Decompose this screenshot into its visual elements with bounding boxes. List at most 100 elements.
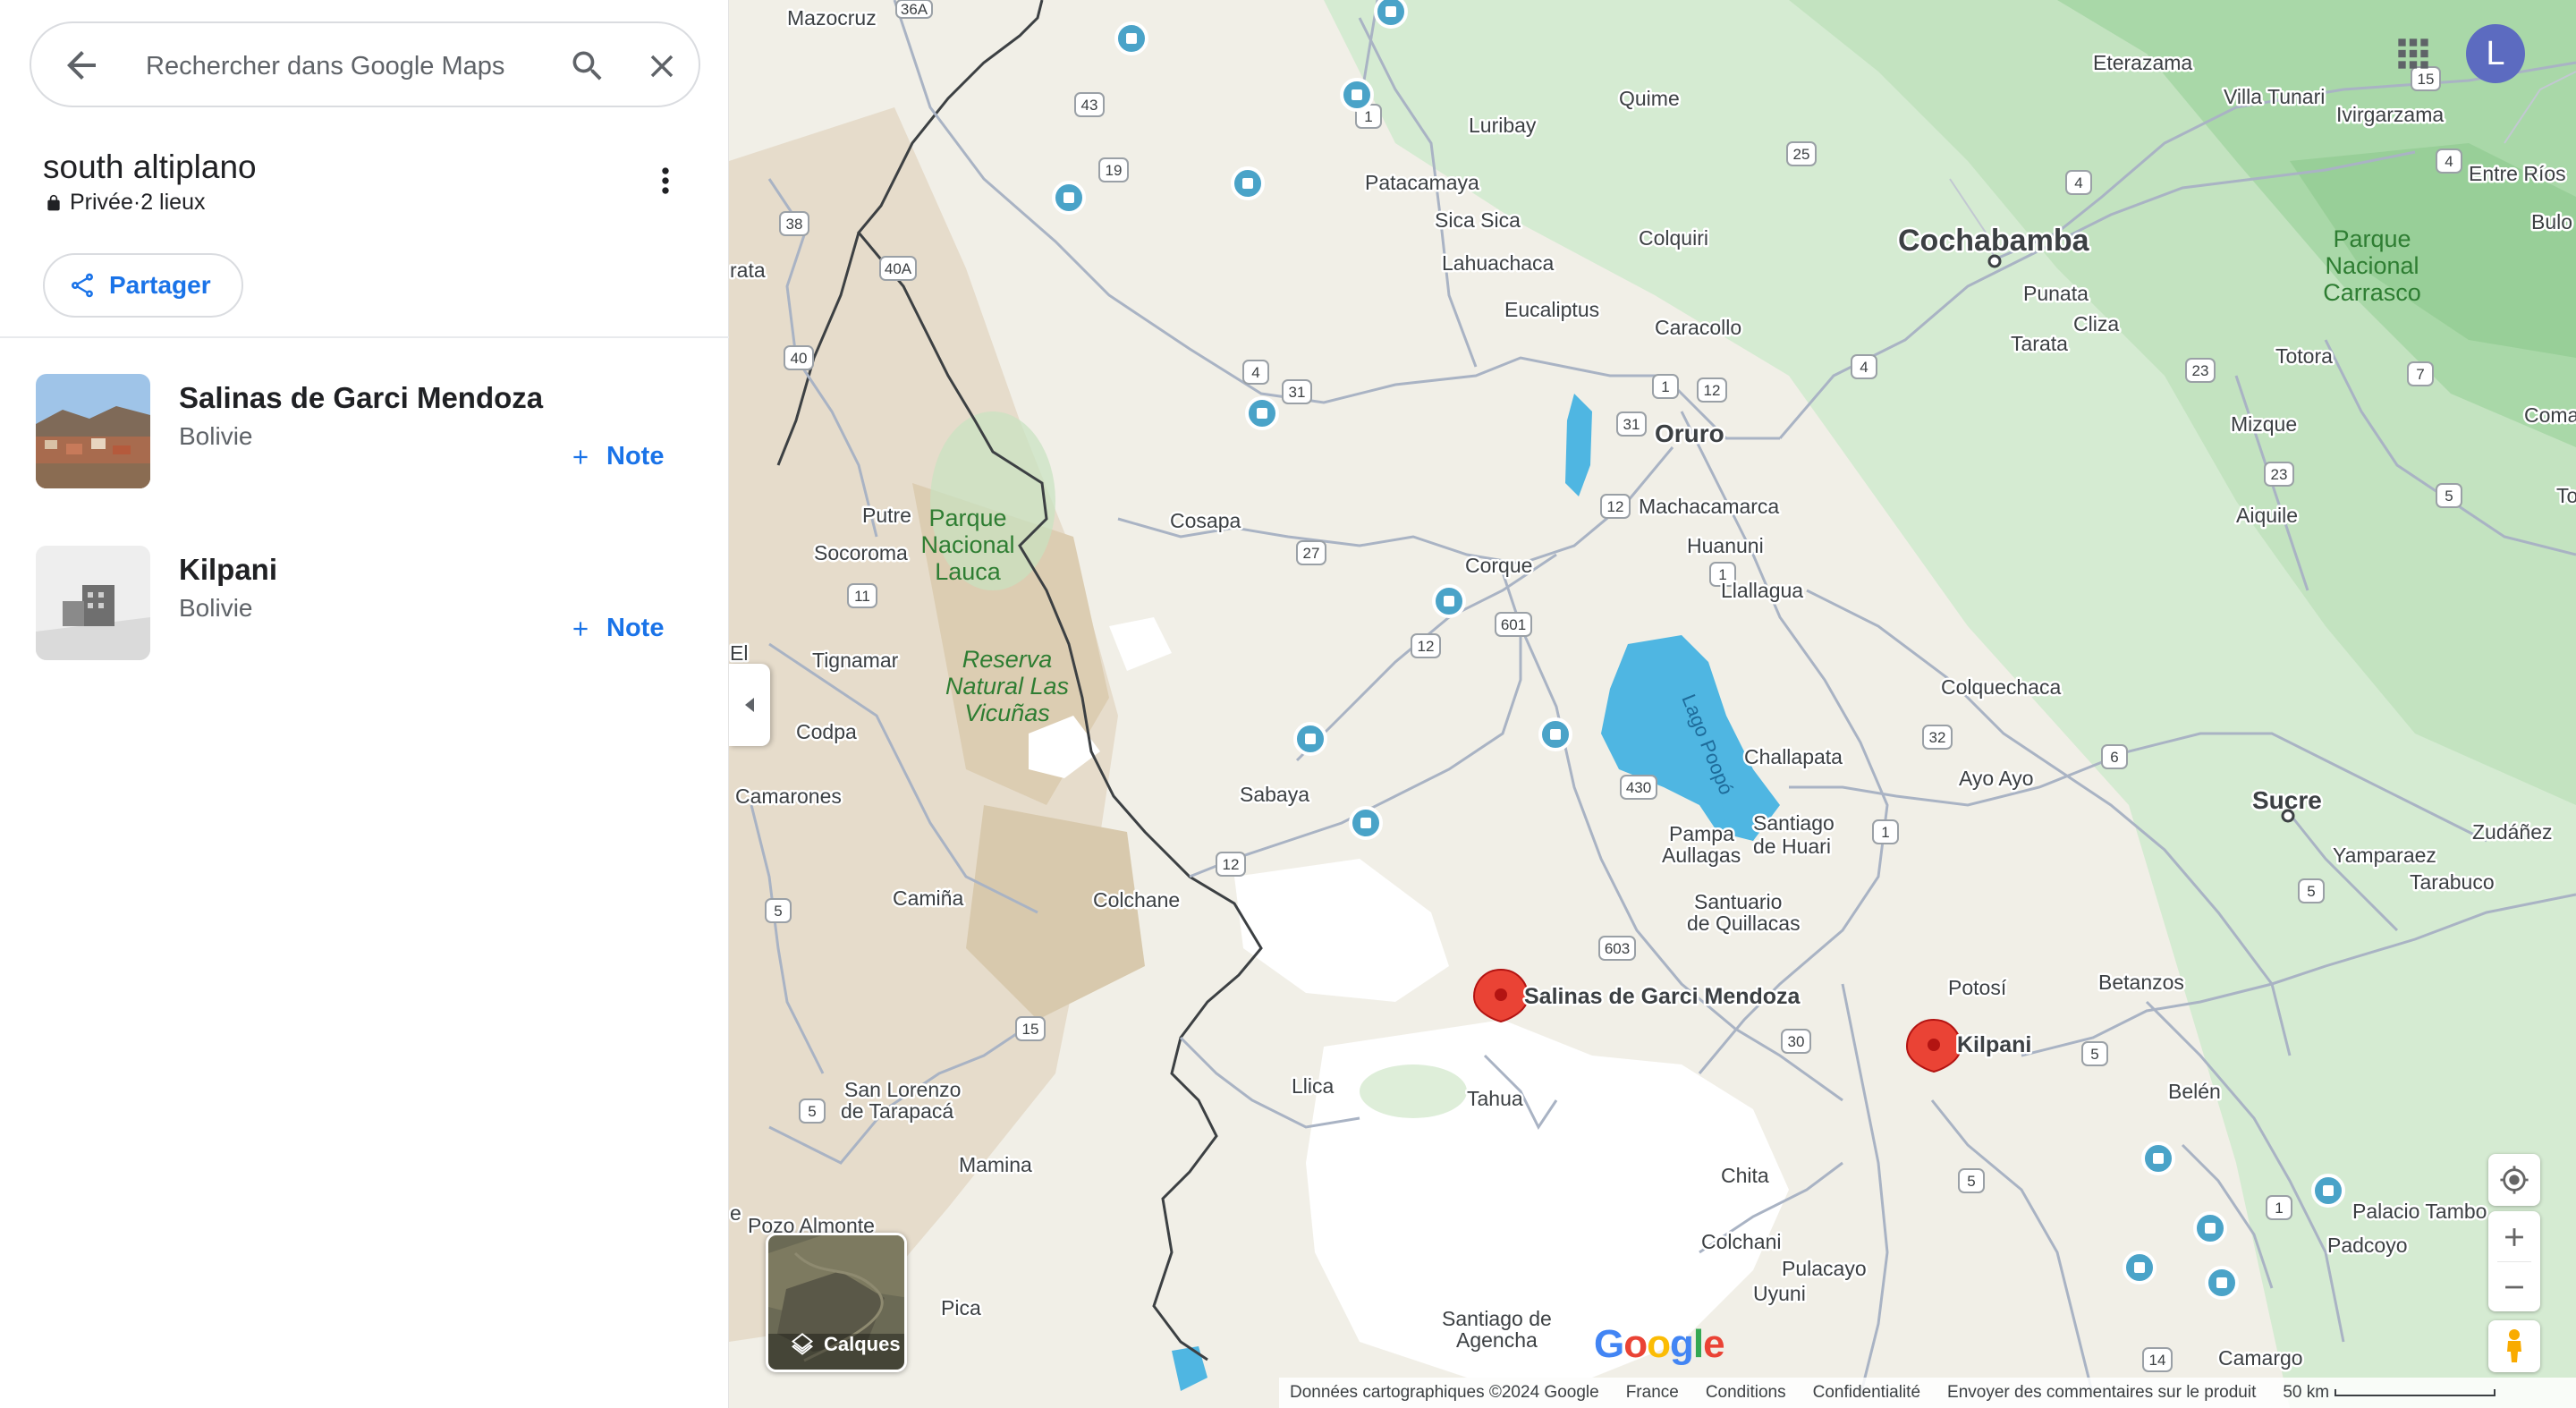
park-label: Lauca	[935, 558, 1002, 585]
town-label: Sabaya	[1240, 783, 1309, 806]
road-shield: 15	[2418, 71, 2435, 88]
town-label: Corque	[1465, 554, 1532, 577]
share-label: Partager	[109, 271, 211, 299]
town-label: Sica Sica	[1435, 208, 1521, 232]
town-label: Totora	[2275, 344, 2333, 368]
close-icon[interactable]	[643, 47, 681, 85]
city-label-oruro: Oruro	[1655, 420, 1724, 447]
list-title: south altiplano	[43, 148, 257, 185]
divider	[0, 336, 729, 338]
town-label: Potosí	[1948, 976, 2007, 999]
park-label: Nacional	[2325, 252, 2419, 279]
poi-glyph	[1126, 33, 1137, 44]
road-shield: 12	[1223, 856, 1240, 873]
road-shield: 7	[2416, 366, 2424, 383]
place-photo[interactable]	[36, 546, 150, 660]
place-name[interactable]: Salinas de Garci Mendoza	[179, 381, 543, 415]
road-shield: 6	[2110, 749, 2118, 766]
street-view-button[interactable]	[2488, 1320, 2540, 1372]
town-label: Aiquile	[2236, 504, 2298, 527]
town-label: Eucaliptus	[1504, 298, 1599, 321]
town-label: Belén	[2168, 1080, 2221, 1103]
collapse-panel-button[interactable]	[729, 664, 770, 746]
add-note-button[interactable]: Note	[569, 614, 664, 643]
privacy-link[interactable]: Confidentialité	[1813, 1383, 1920, 1403]
layers-label-group: Calques	[790, 1332, 901, 1357]
road-shield: 1	[1364, 108, 1372, 125]
town-label: Camiña	[893, 886, 963, 910]
town-label: Colquechaca	[1941, 675, 2061, 699]
avatar[interactable]: L	[2466, 24, 2525, 83]
road-shield: 4	[2445, 153, 2453, 170]
search-box[interactable]: Rechercher dans Google Maps	[30, 21, 700, 107]
town-label: de Tarapacá	[841, 1099, 953, 1123]
list-panel: Rechercher dans Google Maps south altipl…	[0, 0, 729, 1408]
road-shield: 4	[1251, 364, 1259, 381]
town-label: Putre	[862, 504, 911, 527]
road-shield: 5	[2307, 883, 2315, 900]
town-label: rata	[730, 259, 766, 282]
town-label: Entre Ríos	[2469, 162, 2566, 185]
layers-button[interactable]: Calques	[766, 1233, 907, 1372]
share-icon	[72, 273, 93, 298]
park-label: Parque	[928, 505, 1006, 531]
town-label: Eterazama	[2093, 51, 2192, 74]
town-label: Socoroma	[814, 541, 908, 564]
town-label: Palacio Tambo	[2352, 1200, 2487, 1223]
town-label: San Lorenzo	[844, 1078, 961, 1101]
scale-bar[interactable]: 50 km	[2283, 1383, 2496, 1403]
road-shield: 11	[854, 588, 870, 605]
pegman-icon	[2507, 1329, 2521, 1362]
road-shield: 601	[1501, 616, 1526, 633]
search-input[interactable]: Rechercher dans Google Maps	[146, 52, 504, 81]
apps-grid-icon[interactable]	[2395, 36, 2431, 72]
town-label: Camarones	[735, 785, 842, 808]
park-label: Nacional	[920, 531, 1014, 558]
search-icon[interactable]	[568, 47, 607, 86]
town-label: Ivirgarzama	[2336, 103, 2444, 126]
town-label: Santiago	[1753, 811, 1835, 835]
town-label: Tarabuco	[2410, 870, 2495, 894]
share-button[interactable]: Partager	[43, 253, 243, 318]
poi-glyph	[1360, 818, 1371, 828]
road-shield: 603	[1605, 940, 1630, 957]
town-label: Bulo	[2531, 210, 2572, 233]
add-note-button[interactable]: Note	[569, 442, 664, 471]
more-vert-icon[interactable]	[646, 161, 685, 200]
town-label: Punata	[2023, 282, 2089, 305]
town-label: Colchani	[1701, 1230, 1782, 1253]
feedback-link[interactable]: Envoyer des commentaires sur le produit	[1947, 1383, 2256, 1403]
road-shield: 1	[1661, 378, 1669, 395]
list-item-salinas[interactable]: Salinas de Garci Mendoza Bolivie Note	[0, 374, 729, 535]
road-shield: 1	[2275, 1200, 2283, 1217]
town-label: Mizque	[2231, 412, 2297, 436]
layers-label: Calques	[824, 1333, 901, 1355]
list-meta: Privée·2 lieux	[45, 190, 205, 216]
poi-glyph	[2216, 1277, 2227, 1288]
park-label: Carrasco	[2323, 279, 2421, 306]
town-label: Llica	[1292, 1074, 1335, 1098]
town-label: Pampa	[1669, 822, 1734, 845]
map-footer: Données cartographiques ©2024 Google Fra…	[1279, 1378, 2576, 1408]
my-location-icon	[2500, 1166, 2529, 1194]
road-shield: 40	[791, 350, 808, 367]
zoom-in-icon[interactable]	[2499, 1222, 2529, 1252]
town-label: Tahua	[1467, 1087, 1523, 1110]
town-label: Quime	[1619, 87, 1680, 110]
place-name[interactable]: Kilpani	[179, 553, 277, 587]
my-location-button[interactable]	[2488, 1154, 2540, 1206]
road-shield: 31	[1623, 416, 1640, 433]
list-item-kilpani[interactable]: Kilpani Bolivie Note	[0, 546, 729, 707]
back-arrow-icon[interactable]	[60, 44, 103, 87]
poi-glyph	[1550, 729, 1561, 740]
park-label: Natural Las	[945, 673, 1069, 700]
town-label: Cliza	[2073, 312, 2119, 335]
town-label: de Huari	[1753, 835, 1831, 858]
town-label: Santuario	[1694, 890, 1782, 913]
country-link[interactable]: France	[1626, 1383, 1679, 1403]
google-logo: Google	[1594, 1322, 1725, 1366]
place-photo[interactable]	[36, 374, 150, 488]
poi-glyph	[1257, 408, 1267, 419]
zoom-out-icon[interactable]	[2499, 1272, 2529, 1302]
terms-link[interactable]: Conditions	[1706, 1383, 1786, 1403]
